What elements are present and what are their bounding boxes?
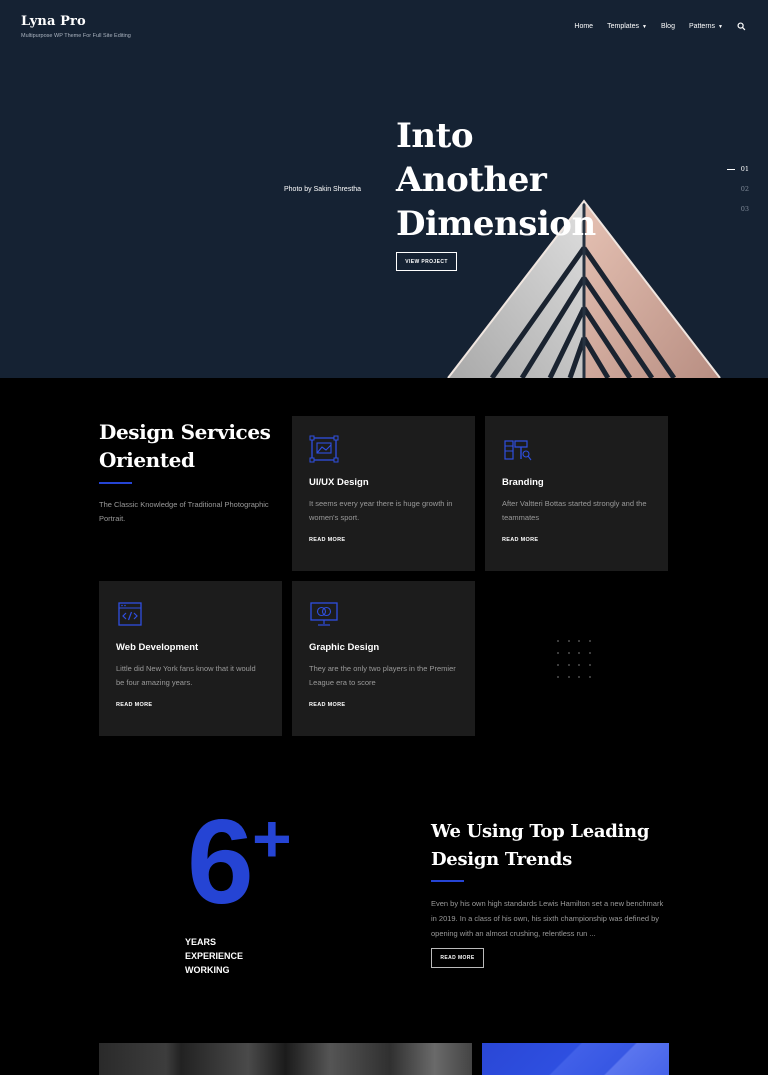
nav-item-patterns[interactable]: Patterns ▼ bbox=[689, 23, 723, 30]
nav-item-blog[interactable]: Blog bbox=[661, 23, 675, 30]
trends-heading-line: We Using Top Leading bbox=[431, 821, 650, 842]
card-title: Web Development bbox=[116, 642, 199, 653]
code-window-icon bbox=[118, 602, 142, 626]
trends-heading-line: Design Trends bbox=[431, 849, 572, 870]
dot bbox=[578, 676, 580, 678]
dot bbox=[588, 676, 591, 678]
team-photo bbox=[99, 1043, 472, 1075]
design-board-icon bbox=[309, 435, 339, 463]
card-title: Branding bbox=[502, 477, 544, 488]
dot bbox=[567, 640, 570, 642]
service-card-branding[interactable]: Branding After Valtteri Bottas started s… bbox=[485, 416, 668, 571]
service-card-graphic-design[interactable]: Graphic Design They are the only two pla… bbox=[292, 581, 475, 736]
dot bbox=[567, 664, 570, 666]
main-nav: Home Templates ▼ Blog Patterns ▼ bbox=[574, 22, 746, 31]
card-title: Graphic Design bbox=[309, 642, 380, 653]
photo-credit: Photo by Sakin Shrestha bbox=[284, 186, 362, 193]
card-title: UI/UX Design bbox=[309, 477, 369, 488]
dot bbox=[588, 640, 591, 642]
dot bbox=[567, 652, 570, 654]
hero-title-line: Dimension bbox=[396, 204, 596, 244]
services-heading-line: Design Services bbox=[99, 420, 271, 444]
trends-text: Even by his own high standards Lewis Ham… bbox=[431, 899, 664, 938]
search-icon bbox=[737, 22, 746, 31]
view-project-button[interactable]: VIEW PROJECT bbox=[396, 252, 457, 271]
site-brand[interactable]: Lyna Pro Multipurpose WP Theme For Full … bbox=[21, 14, 131, 39]
read-more-link[interactable]: READ MORE bbox=[309, 702, 458, 708]
card-text: Little did New York fans know that it wo… bbox=[116, 664, 256, 687]
nav-item-label: Templates bbox=[607, 23, 639, 30]
read-more-link[interactable]: READ MORE bbox=[309, 537, 458, 543]
nav-item-label: Blog bbox=[660, 23, 675, 30]
slide-indicator-3[interactable]: 03 bbox=[741, 205, 749, 213]
nav-item-label: Home bbox=[574, 23, 594, 30]
experience-label-line: EXPERIENCE bbox=[185, 951, 244, 961]
experience-number: 6 bbox=[187, 795, 254, 929]
dot bbox=[588, 664, 591, 666]
dot bbox=[557, 640, 559, 642]
hero-title-line: Another bbox=[396, 160, 547, 200]
accent-divider bbox=[99, 482, 132, 484]
chevron-down-icon: ▼ bbox=[642, 23, 647, 30]
branding-tools-icon bbox=[504, 440, 532, 461]
services-subtitle: The Classic Knowledge of Traditional Pho… bbox=[99, 500, 269, 523]
site-tagline: Multipurpose WP Theme For Full Site Edit… bbox=[21, 33, 131, 39]
slide-number: 01 bbox=[740, 165, 749, 173]
read-more-link[interactable]: READ MORE bbox=[502, 537, 651, 543]
nav-item-templates[interactable]: Templates ▼ bbox=[607, 23, 647, 30]
accent-divider bbox=[431, 880, 464, 882]
slider-pagination: 01 02 03 bbox=[726, 165, 749, 213]
dot bbox=[578, 664, 580, 666]
slide-number: 02 bbox=[740, 185, 749, 193]
services-heading-line: Oriented bbox=[99, 448, 195, 472]
nav-item-label: Patterns bbox=[688, 23, 716, 30]
card-text: It seems every year there is huge growth… bbox=[309, 499, 453, 522]
card-text: After Valtteri Bottas started strongly a… bbox=[502, 499, 647, 522]
slide-indicator-1[interactable]: 01 bbox=[726, 165, 749, 173]
service-card-web-development[interactable]: Web Development Little did New York fans… bbox=[99, 581, 282, 736]
slide-indicator-2[interactable]: 02 bbox=[741, 185, 749, 193]
trends-heading: We Using Top Leading Design Trends bbox=[431, 818, 661, 874]
card-text: They are the only two players in the Pre… bbox=[309, 664, 456, 687]
services-heading: Design Services Oriented bbox=[99, 418, 274, 474]
dot bbox=[557, 652, 559, 654]
dot bbox=[557, 664, 559, 666]
search-button[interactable] bbox=[737, 22, 746, 31]
experience-label: YEARS EXPERIENCE WORKING bbox=[185, 935, 243, 977]
slide-number: 03 bbox=[740, 205, 749, 213]
read-more-link[interactable]: READ MORE bbox=[116, 702, 265, 708]
dot bbox=[567, 676, 570, 678]
hero-section: Lyna Pro Multipurpose WP Theme For Full … bbox=[0, 0, 768, 378]
dot bbox=[588, 652, 591, 654]
dot bbox=[578, 640, 580, 642]
read-more-button[interactable]: READ MORE bbox=[431, 948, 484, 968]
nav-item-home[interactable]: Home bbox=[574, 23, 593, 30]
site-title[interactable]: Lyna Pro bbox=[21, 14, 131, 29]
dot bbox=[578, 652, 580, 654]
decorative-dots bbox=[557, 640, 599, 678]
dot bbox=[557, 676, 559, 678]
hero-title-line: Into bbox=[396, 116, 474, 156]
active-slide-line bbox=[726, 168, 735, 170]
experience-label-line: YEARS bbox=[185, 937, 217, 947]
service-card-uiux[interactable]: UI/UX Design It seems every year there i… bbox=[292, 416, 475, 571]
experience-label-line: WORKING bbox=[185, 965, 230, 975]
experience-plus: + bbox=[252, 801, 292, 877]
hero-title: Into Another Dimension bbox=[396, 114, 596, 246]
blue-feature-image bbox=[482, 1043, 669, 1075]
chevron-down-icon: ▼ bbox=[718, 23, 723, 30]
monitor-circles-icon bbox=[310, 602, 338, 626]
